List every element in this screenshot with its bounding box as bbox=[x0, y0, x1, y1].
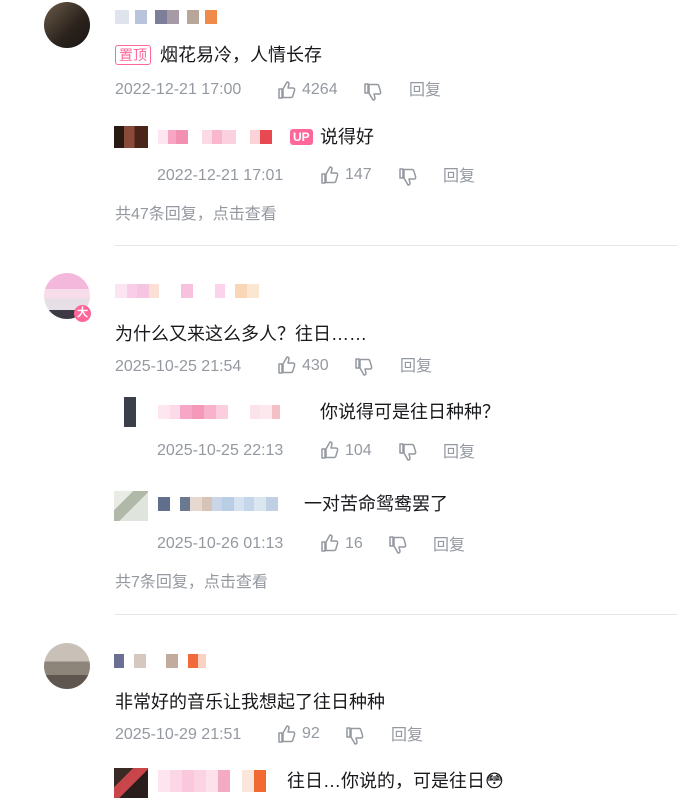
like-count: 4264 bbox=[302, 81, 338, 98]
like-count: 430 bbox=[302, 357, 329, 374]
comment-time: 2025-10-25 21:54 bbox=[115, 358, 242, 375]
thumbs-down-icon[interactable] bbox=[388, 535, 408, 555]
reply-button[interactable]: 回复 bbox=[391, 726, 423, 746]
avatar[interactable] bbox=[114, 397, 148, 427]
thumbs-down-icon[interactable] bbox=[398, 442, 418, 462]
view-more-replies[interactable]: 共47条回复，点击查看 bbox=[115, 205, 277, 225]
avatar[interactable] bbox=[114, 768, 148, 798]
thumbs-up-icon[interactable] bbox=[320, 165, 340, 185]
thumbs-up-icon[interactable] bbox=[277, 355, 297, 375]
reply-text: 说得好 bbox=[320, 127, 374, 147]
comment-text: 为什么又来这么多人？往日…… bbox=[115, 324, 367, 344]
comment-text: 非常好的音乐让我想起了往日种种 bbox=[115, 692, 385, 712]
avatar[interactable] bbox=[44, 2, 90, 48]
username[interactable] bbox=[158, 497, 278, 511]
avatar[interactable] bbox=[114, 126, 148, 148]
reply-button[interactable]: 回复 bbox=[443, 443, 475, 463]
thumbs-down-icon[interactable] bbox=[398, 167, 418, 187]
username[interactable] bbox=[158, 770, 266, 792]
vip-badge: 大 bbox=[74, 305, 91, 322]
like-count: 92 bbox=[302, 725, 320, 742]
reply-button[interactable]: 回复 bbox=[409, 81, 441, 101]
like-count: 104 bbox=[345, 442, 372, 459]
divider bbox=[115, 245, 677, 246]
username[interactable] bbox=[114, 654, 206, 668]
like-count: 147 bbox=[345, 166, 372, 183]
thumbs-up-icon[interactable] bbox=[320, 440, 340, 460]
pin-badge: 置顶 bbox=[115, 45, 151, 65]
username[interactable] bbox=[158, 405, 280, 419]
username[interactable] bbox=[158, 130, 272, 144]
thumbs-down-icon[interactable] bbox=[354, 357, 374, 377]
reply-button[interactable]: 回复 bbox=[400, 357, 432, 377]
thumbs-down-icon[interactable] bbox=[345, 726, 365, 746]
username[interactable] bbox=[115, 284, 259, 298]
reply-text: 一对苦命鸳鸯罢了 bbox=[304, 494, 448, 514]
reply-time: 2022-12-21 17:01 bbox=[157, 167, 284, 184]
reply-button[interactable]: 回复 bbox=[433, 536, 465, 556]
reply-time: 2025-10-25 22:13 bbox=[157, 442, 284, 459]
thumbs-up-icon[interactable] bbox=[320, 533, 340, 553]
comment-time: 2025-10-29 21:51 bbox=[115, 726, 242, 743]
like-count: 16 bbox=[345, 535, 363, 552]
thumbs-up-icon[interactable] bbox=[277, 80, 297, 100]
reply-text: 你说得可是往日种种？ bbox=[320, 402, 500, 422]
thumbs-up-icon[interactable] bbox=[277, 724, 297, 744]
reply-time: 2025-10-26 01:13 bbox=[157, 535, 284, 552]
reply-button[interactable]: 回复 bbox=[443, 167, 475, 187]
up-badge: UP bbox=[290, 129, 313, 145]
username[interactable] bbox=[115, 10, 217, 24]
comment-time: 2022-12-21 17:00 bbox=[115, 81, 242, 98]
view-more-replies[interactable]: 共7条回复，点击查看 bbox=[115, 573, 268, 593]
reply-text: 往日…你说的，可是往日😳 bbox=[287, 771, 504, 791]
avatar[interactable] bbox=[114, 491, 148, 521]
avatar[interactable] bbox=[44, 643, 90, 689]
thumbs-down-icon[interactable] bbox=[363, 82, 383, 102]
divider bbox=[115, 614, 677, 615]
comment-text: 烟花易冷，人情长存 bbox=[160, 45, 322, 65]
